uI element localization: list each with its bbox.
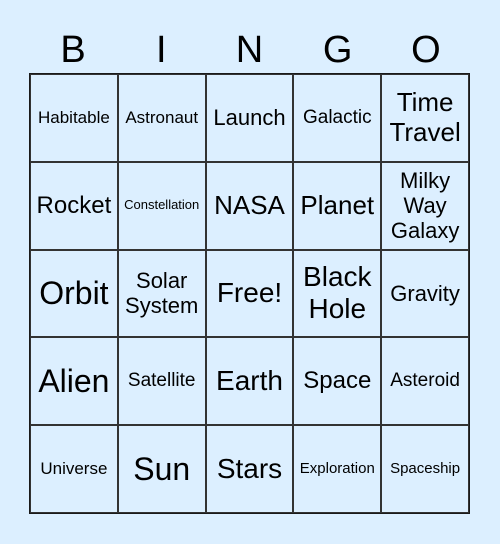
bingo-cell[interactable]: Orbit — [30, 249, 118, 338]
bingo-cell[interactable]: Space — [293, 337, 382, 426]
bingo-cell[interactable]: Astronaut — [117, 74, 206, 162]
bingo-cell[interactable]: Milky Way Galaxy — [381, 161, 469, 250]
bingo-cell[interactable]: Black Hole — [293, 249, 382, 338]
free-space[interactable]: Free! — [205, 249, 294, 338]
bingo-cell[interactable]: Universe — [30, 425, 118, 513]
bingo-header: B I N G O — [29, 28, 470, 73]
bingo-cell[interactable]: NASA — [205, 161, 294, 250]
bingo-cell[interactable]: Exploration — [293, 425, 382, 513]
bingo-cell[interactable]: Asteroid — [381, 337, 469, 426]
header-letter-b: B — [60, 29, 86, 71]
header-letter-o: O — [411, 29, 441, 71]
bingo-cell[interactable]: Time Travel — [381, 74, 469, 162]
bingo-cell[interactable]: Solar System — [117, 249, 206, 338]
bingo-cell[interactable]: Planet — [293, 161, 382, 250]
bingo-cell[interactable]: Earth — [205, 337, 294, 426]
bingo-card: Habitable Astronaut Launch Galactic Time… — [29, 73, 470, 514]
bingo-cell[interactable]: Launch — [205, 74, 294, 162]
header-letter-n: N — [235, 29, 264, 71]
header-letter-i: I — [156, 29, 167, 71]
bingo-cell[interactable]: Constellation — [117, 161, 206, 250]
bingo-cell[interactable]: Rocket — [30, 161, 118, 250]
bingo-cell[interactable]: Spaceship — [381, 425, 469, 513]
bingo-cell[interactable]: Stars — [205, 425, 294, 513]
bingo-cell[interactable]: Sun — [117, 425, 206, 513]
header-letter-g: G — [322, 29, 353, 71]
bingo-cell[interactable]: Habitable — [30, 74, 118, 162]
bingo-cell[interactable]: Gravity — [381, 249, 469, 338]
bingo-cell[interactable]: Satellite — [117, 337, 206, 426]
bingo-cell[interactable]: Alien — [30, 337, 118, 426]
bingo-cell[interactable]: Galactic — [293, 74, 382, 162]
